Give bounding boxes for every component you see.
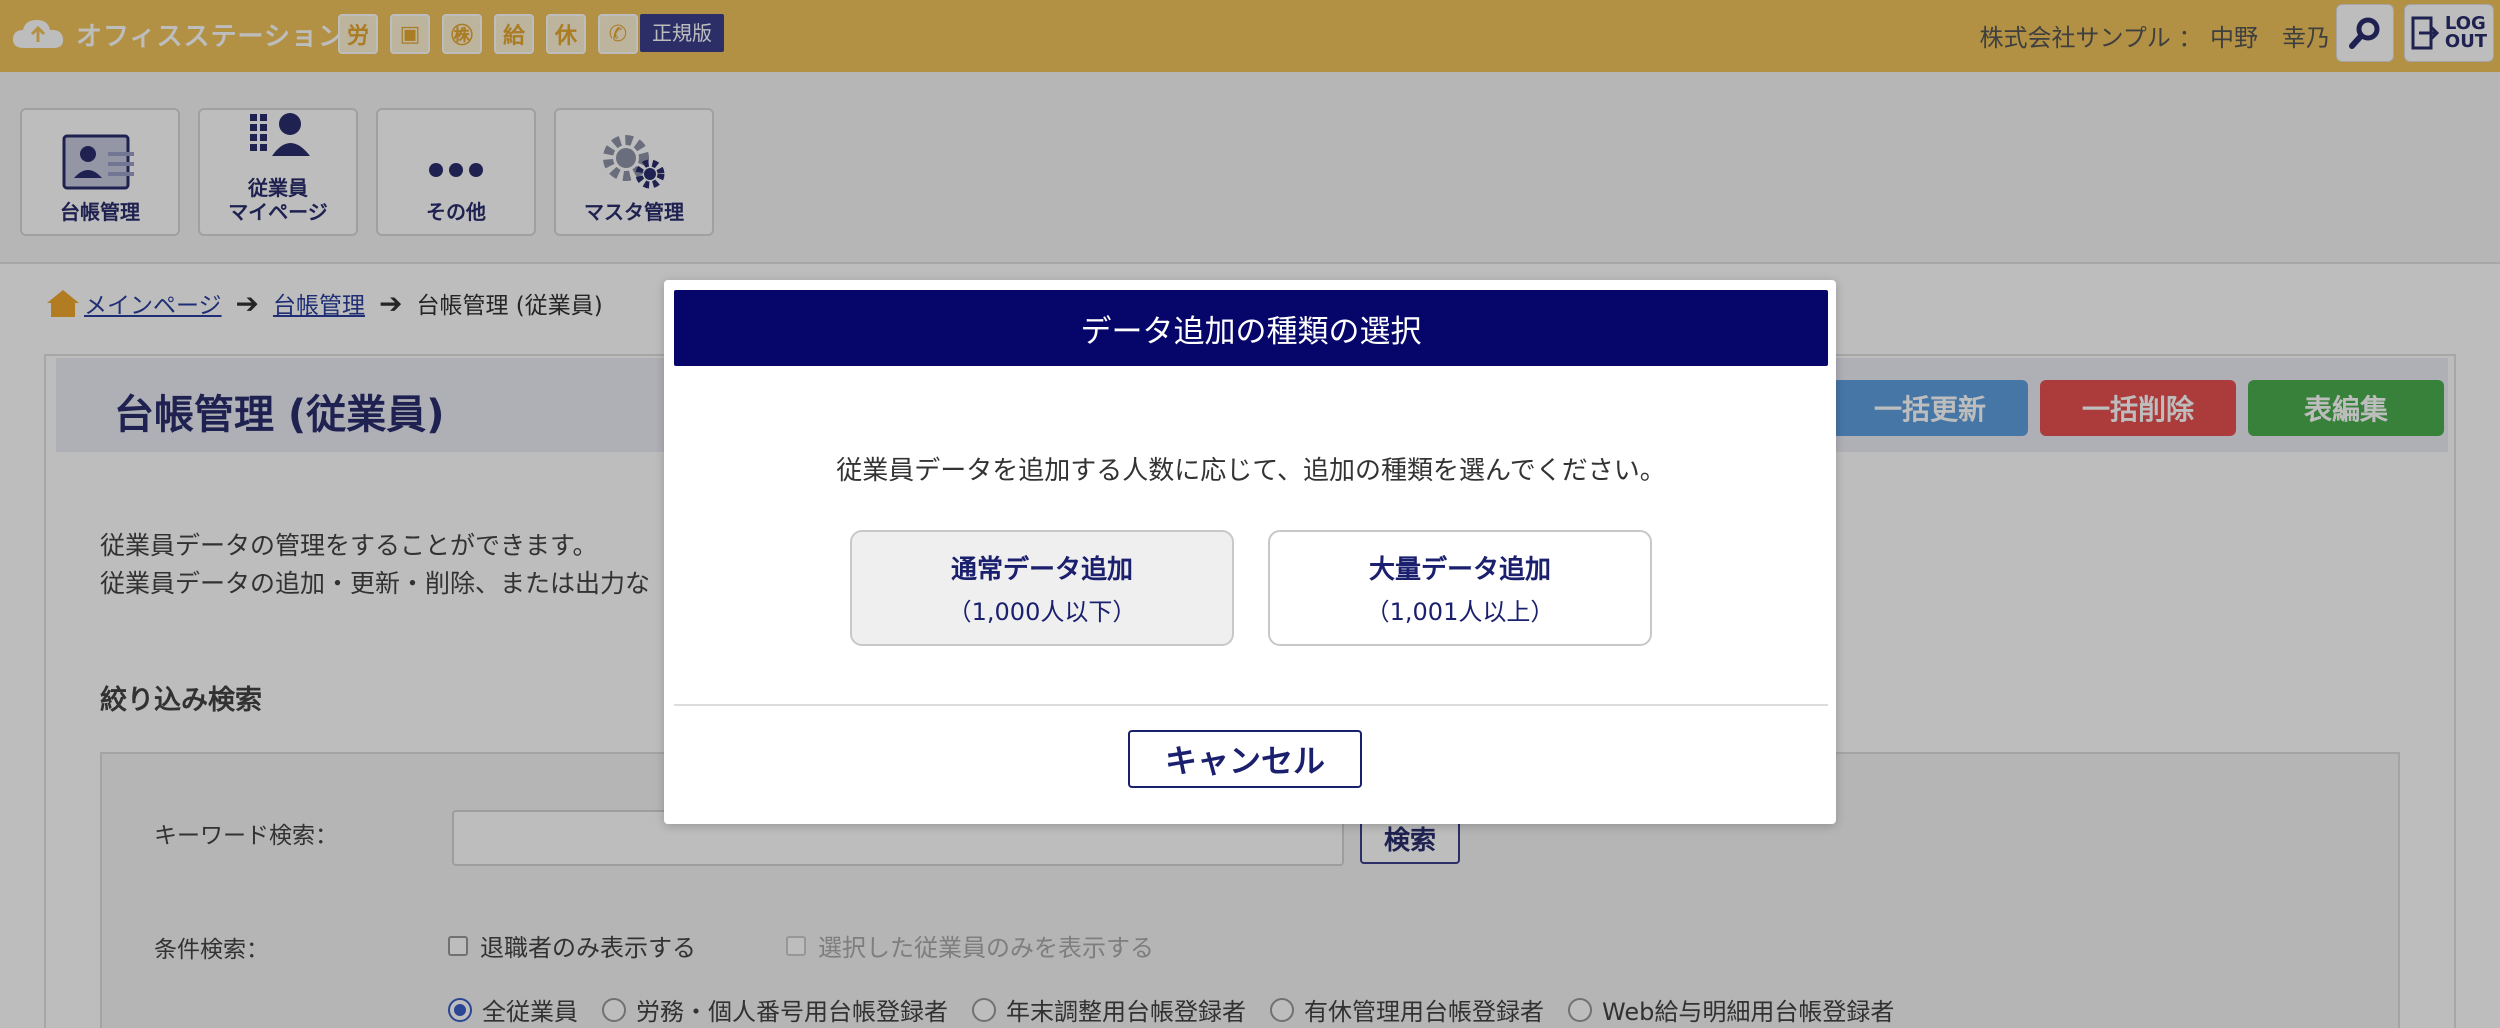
add-data-type-modal: データ追加の種類の選択 従業員データを追加する人数に応じて、追加の種類を選んでく… [664, 280, 1836, 824]
bulk-add-sublabel: （1,001人以上） [1365, 598, 1555, 626]
modal-title: データ追加の種類の選択 [674, 290, 1828, 366]
normal-data-add-button[interactable]: 通常データ追加 （1,000人以下） [850, 530, 1234, 646]
normal-add-label: 通常データ追加 [950, 555, 1133, 585]
bulk-data-add-button[interactable]: 大量データ追加 （1,001人以上） [1268, 530, 1652, 646]
bulk-add-label: 大量データ追加 [1368, 555, 1551, 585]
modal-divider [674, 704, 1828, 706]
cancel-button[interactable]: キャンセル [1128, 730, 1362, 788]
normal-add-sublabel: （1,000人以下） [947, 598, 1137, 626]
modal-message: 従業員データを追加する人数に応じて、追加の種類を選んでください。 [836, 456, 1666, 486]
